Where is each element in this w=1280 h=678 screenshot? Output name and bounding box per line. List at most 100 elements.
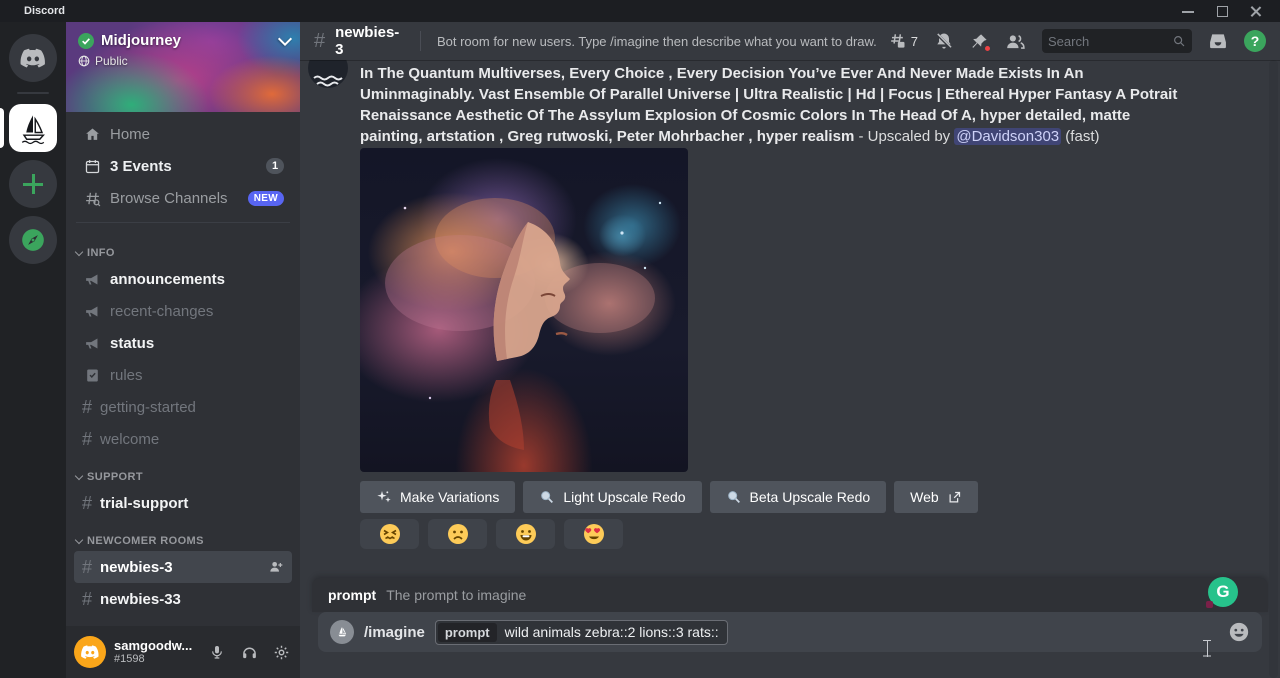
server-banner[interactable]: Midjourney Public [66, 22, 300, 112]
emoji-picker-button[interactable] [1228, 621, 1250, 643]
user-mention[interactable]: @Davidson303 [954, 128, 1061, 145]
channel-status[interactable]: status [74, 327, 292, 359]
rail-divider [17, 92, 49, 94]
hash-icon [82, 429, 92, 449]
user-panel: samgoodw... #1598 [66, 626, 300, 678]
user-avatar[interactable] [74, 636, 106, 668]
command-parameter[interactable]: prompt wild animals zebra::2 lions::3 ra… [435, 620, 728, 645]
chat-scrollbar[interactable] [1269, 60, 1278, 678]
command-bot-avatar [330, 620, 354, 644]
new-badge: NEW [248, 191, 284, 206]
megaphone-icon [82, 333, 102, 353]
headphones-button[interactable] [238, 641, 260, 663]
maximize-icon[interactable] [1216, 5, 1228, 17]
category-info[interactable]: INFO [66, 231, 300, 263]
sidebar-divider [76, 222, 290, 223]
verified-badge-icon [78, 33, 94, 49]
external-link-icon [947, 490, 962, 505]
channel-newbies-33[interactable]: newbies-33 [74, 583, 292, 615]
channel-getting-started[interactable]: getting-started [74, 391, 292, 423]
generated-image[interactable] [360, 148, 688, 472]
browse-channels-icon [82, 188, 102, 208]
event-count-badge: 1 [266, 158, 284, 174]
reaction-confounded-face[interactable] [360, 519, 419, 549]
text-cursor [1202, 640, 1212, 657]
channel-list: Home 3 Events 1 Browse Channels NEW INFO [66, 112, 300, 615]
discord-home-button[interactable] [9, 34, 57, 82]
sidebar-item-events[interactable]: 3 Events 1 [74, 150, 292, 182]
search-box[interactable] [1042, 29, 1192, 53]
message-content: In The Quantum Multiverses, Every Choice… [360, 63, 1184, 147]
inbox-button[interactable] [1208, 31, 1228, 51]
add-server-button[interactable] [9, 160, 57, 208]
slash-command-autocomplete[interactable]: prompt The prompt to imagine [312, 578, 1268, 612]
magnifier-icon [726, 489, 742, 505]
beta-upscale-redo-button[interactable]: Beta Upscale Redo [710, 481, 887, 513]
sidebar-item-home[interactable]: Home [74, 118, 292, 150]
chat-area: newbies-3 Bot room for new users. Type /… [300, 22, 1280, 678]
globe-icon [78, 55, 90, 67]
channel-rules[interactable]: rules [74, 359, 292, 391]
light-upscale-redo-button[interactable]: Light Upscale Redo [523, 481, 701, 513]
megaphone-icon [82, 301, 102, 321]
hash-icon [82, 557, 92, 577]
autocomplete-description: The prompt to imagine [386, 587, 526, 603]
server-name: Midjourney [101, 32, 181, 49]
parameter-value[interactable]: wild animals zebra::2 lions::3 rats:: [505, 624, 719, 640]
microphone-button[interactable] [206, 641, 228, 663]
reaction-grinning-face[interactable] [496, 519, 555, 549]
username: samgoodw... [114, 639, 192, 653]
close-icon[interactable] [1250, 5, 1262, 17]
server-header[interactable]: Midjourney [78, 32, 290, 49]
threads-button[interactable]: 7 [887, 31, 918, 51]
thread-count: 7 [911, 34, 918, 49]
upscaled-by-text: - Upscaled by [854, 128, 954, 145]
channel-trial-support[interactable]: trial-support [74, 487, 292, 519]
channel-hash-icon [314, 31, 325, 51]
midjourney-server-button[interactable] [9, 104, 57, 152]
reaction-frowning-face[interactable] [428, 519, 487, 549]
hash-icon [82, 397, 92, 417]
message-input-bar[interactable]: /imagine prompt wild animals zebra::2 li… [318, 612, 1262, 652]
make-variations-button[interactable]: Make Variations [360, 481, 515, 513]
notifications-off-button[interactable] [934, 31, 954, 51]
reaction-heart-eyes-face[interactable] [564, 519, 623, 549]
calendar-icon [82, 156, 102, 176]
search-input[interactable] [1048, 34, 1168, 49]
grammarly-icon[interactable] [1208, 577, 1238, 607]
sailboat-icon [15, 110, 51, 146]
channel-welcome[interactable]: welcome [74, 423, 292, 455]
channel-recent-changes[interactable]: recent-changes [74, 295, 292, 327]
hash-icon [82, 493, 92, 513]
plus-icon [23, 174, 43, 194]
chevron-down-icon [75, 536, 83, 544]
discord-logo-icon [19, 44, 47, 72]
channel-newbies-3[interactable]: newbies-3 [74, 551, 292, 583]
category-newcomer-rooms[interactable]: NEWCOMER ROOMS [66, 519, 300, 551]
home-icon [82, 124, 102, 144]
channel-topic[interactable]: Bot room for new users. Type /imagine th… [437, 34, 879, 49]
portrait-artwork [360, 148, 688, 472]
user-info[interactable]: samgoodw... #1598 [114, 639, 192, 665]
member-list-button[interactable] [1005, 31, 1026, 52]
autocomplete-option[interactable]: prompt [328, 587, 376, 603]
help-button[interactable] [1244, 30, 1266, 52]
compass-icon [20, 227, 46, 253]
megaphone-icon [82, 269, 102, 289]
sidebar-item-browse-channels[interactable]: Browse Channels NEW [74, 182, 292, 214]
channel-announcements[interactable]: announcements [74, 263, 292, 295]
pinned-messages-button[interactable] [970, 32, 989, 51]
web-button[interactable]: Web [894, 481, 978, 513]
minimize-icon[interactable] [1182, 5, 1194, 17]
slash-command-name[interactable]: /imagine [364, 624, 425, 641]
magnifier-icon [539, 489, 555, 505]
category-support[interactable]: SUPPORT [66, 455, 300, 487]
chevron-down-icon [75, 248, 83, 256]
explore-servers-button[interactable] [9, 216, 57, 264]
invite-people-icon[interactable] [268, 559, 284, 575]
channel-sidebar: Midjourney Public Home 3 Events 1 [66, 22, 300, 678]
speed-text: (fast) [1061, 128, 1099, 145]
message-actions: Make Variations Light Upscale Redo Beta … [360, 481, 978, 513]
chevron-down-icon [278, 31, 292, 45]
settings-gear-button[interactable] [270, 641, 292, 663]
